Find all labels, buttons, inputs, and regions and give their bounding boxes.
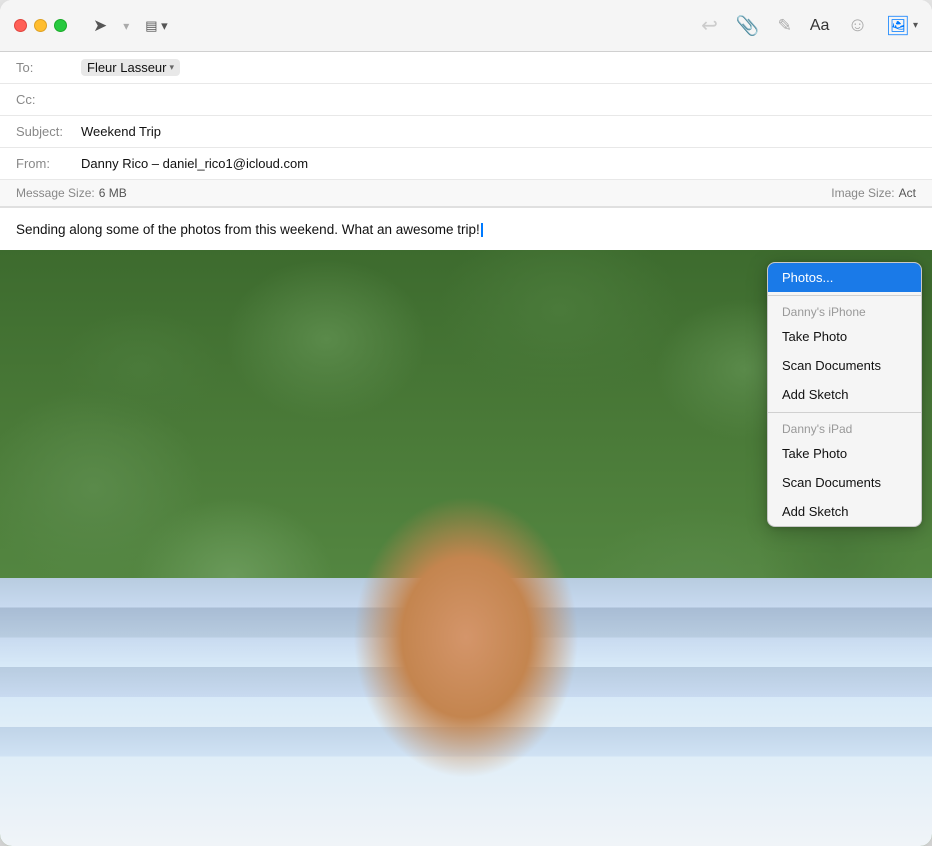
ipad-section-header: Danny's iPad bbox=[768, 416, 921, 439]
to-row: To: Fleur Lasseur ▾ bbox=[0, 52, 932, 84]
toolbar-left: ➤ ▾ ▤ ▾ bbox=[93, 16, 168, 36]
body-text-area[interactable]: Sending along some of the photos from th… bbox=[0, 208, 932, 250]
from-row: From: Danny Rico – daniel_rico1@icloud.c… bbox=[0, 148, 932, 180]
traffic-lights bbox=[14, 19, 67, 32]
toolbar-right: ↩ 📎 ✎ Aa ☺ 🖼 ▾ bbox=[701, 13, 918, 38]
ipad-scan-documents-item[interactable]: Scan Documents bbox=[768, 468, 921, 497]
to-label: To: bbox=[16, 60, 81, 75]
email-body: Sending along some of the photos from th… bbox=[0, 208, 932, 846]
emoji-icon[interactable]: ☺ bbox=[847, 14, 867, 37]
meta-row: Message Size: 6 MB Image Size: Act bbox=[0, 180, 932, 207]
menu-divider-1 bbox=[768, 295, 921, 296]
recipient-chevron-icon: ▾ bbox=[169, 62, 174, 73]
compose-icon[interactable]: ✎ bbox=[778, 16, 792, 36]
recipient-name: Fleur Lasseur bbox=[87, 60, 166, 75]
iphone-add-sketch-item[interactable]: Add Sketch bbox=[768, 380, 921, 409]
reply-icon[interactable]: ↩ bbox=[701, 13, 718, 38]
font-icon[interactable]: Aa bbox=[810, 17, 830, 35]
iphone-scan-documents-item[interactable]: Scan Documents bbox=[768, 351, 921, 380]
mail-window: ➤ ▾ ▤ ▾ ↩ 📎 ✎ Aa ☺ 🖼 ▾ To: Fleur Lasseur… bbox=[0, 0, 932, 846]
ipad-add-sketch-item[interactable]: Add Sketch bbox=[768, 497, 921, 526]
close-button[interactable] bbox=[14, 19, 27, 32]
body-text: Sending along some of the photos from th… bbox=[16, 222, 480, 237]
message-size-label: Message Size: bbox=[16, 186, 95, 200]
body-image: Photos... Danny's iPhone Take Photo Scan… bbox=[0, 250, 932, 846]
subject-row: Subject: Weekend Trip bbox=[0, 116, 932, 148]
photos-menu-item[interactable]: Photos... bbox=[768, 263, 921, 292]
send-chevron-icon[interactable]: ▾ bbox=[123, 19, 129, 33]
text-cursor bbox=[481, 223, 483, 237]
ipad-take-photo-item[interactable]: Take Photo bbox=[768, 439, 921, 468]
photo-dropdown-menu: Photos... Danny's iPhone Take Photo Scan… bbox=[767, 262, 922, 527]
email-headers: To: Fleur Lasseur ▾ Cc: Subject: Weekend… bbox=[0, 52, 932, 208]
format-icon[interactable]: ▤ ▾ bbox=[145, 18, 167, 34]
image-size-label: Image Size: bbox=[831, 186, 894, 200]
from-label: From: bbox=[16, 156, 81, 171]
message-size-value: 6 MB bbox=[99, 186, 127, 200]
subject-label: Subject: bbox=[16, 124, 81, 139]
recipient-chip[interactable]: Fleur Lasseur ▾ bbox=[81, 59, 180, 76]
subject-value[interactable]: Weekend Trip bbox=[81, 124, 161, 139]
minimize-button[interactable] bbox=[34, 19, 47, 32]
from-value: Danny Rico – daniel_rico1@icloud.com bbox=[81, 156, 308, 171]
maximize-button[interactable] bbox=[54, 19, 67, 32]
paperclip-icon[interactable]: 📎 bbox=[736, 14, 760, 38]
menu-divider-2 bbox=[768, 412, 921, 413]
iphone-take-photo-item[interactable]: Take Photo bbox=[768, 322, 921, 351]
cc-label: Cc: bbox=[16, 92, 81, 107]
send-icon[interactable]: ➤ bbox=[93, 16, 107, 36]
image-size-value: Act bbox=[899, 186, 916, 200]
titlebar: ➤ ▾ ▤ ▾ ↩ 📎 ✎ Aa ☺ 🖼 ▾ bbox=[0, 0, 932, 52]
iphone-section-header: Danny's iPhone bbox=[768, 299, 921, 322]
cc-row: Cc: bbox=[0, 84, 932, 116]
photo-insert-icon[interactable]: 🖼 ▾ bbox=[886, 14, 918, 38]
